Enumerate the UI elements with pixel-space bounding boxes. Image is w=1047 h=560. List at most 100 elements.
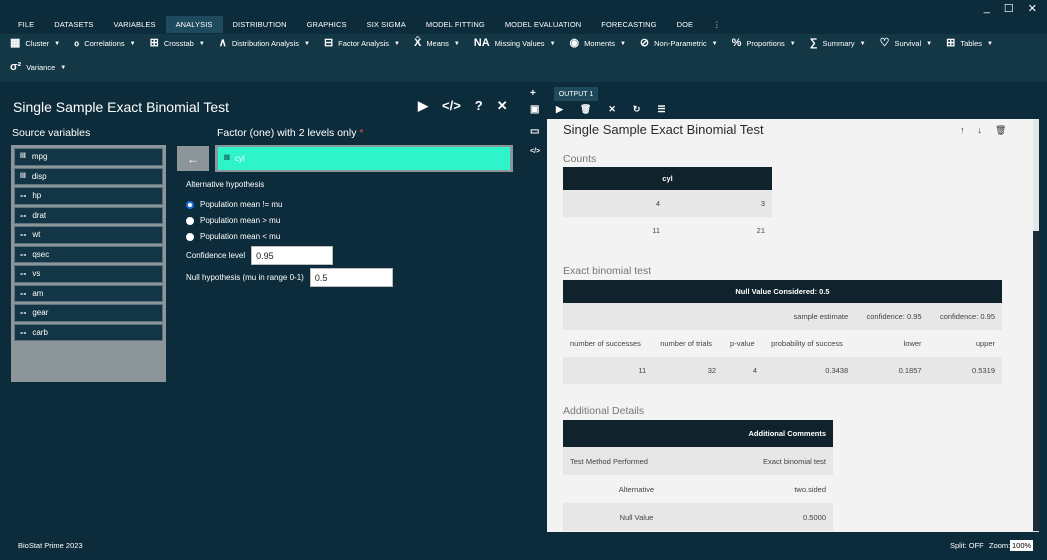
toolbar-row-2: σ² Variance ▼ <box>10 62 66 73</box>
menu-six-sigma[interactable]: SIX SIGMA <box>357 16 416 33</box>
toolbar-summary-button[interactable]: ∑ Summary ▼ <box>810 38 866 49</box>
variable-item-gear[interactable]: ₂₃ gear <box>14 304 163 322</box>
table-cell: p-value <box>730 339 755 348</box>
radio-option-2[interactable]: Population mean < mu <box>186 232 280 241</box>
toolbar-crosstab-button[interactable]: ⊞ Crosstab ▼ <box>150 38 205 49</box>
null-value-header: Null Value Considered: 0.5 <box>563 280 1002 303</box>
toolbar-survival-button[interactable]: ♡ Survival ▼ <box>880 38 933 49</box>
output-window-icon[interactable]: ▭ <box>530 126 539 137</box>
toolbar-moments-button[interactable]: ◉ Moments ▼ <box>570 38 626 49</box>
toolbar-non-parametric-button[interactable]: ⊘ Non-Parametric ▼ <box>640 38 718 49</box>
radio-label: Population mean > mu <box>200 216 281 225</box>
toolbar-cluster-button[interactable]: ▦ Cluster ▼ <box>10 38 60 49</box>
ordinal-variable-icon: ₂₃ <box>20 211 27 219</box>
ordinal-variable-icon: ₂₃ <box>20 270 27 278</box>
output-title: Single Sample Exact Binomial Test <box>563 122 764 137</box>
variable-item-mpg[interactable]: lll mpg <box>14 148 163 166</box>
factor-target-box[interactable]: lll cyl <box>215 145 513 172</box>
tab-output-1[interactable]: OUTPUT 1 <box>554 87 598 101</box>
toolbar-tables-button[interactable]: ⊞ Tables ▼ <box>946 38 993 49</box>
move-to-factor-button[interactable]: ← <box>177 146 209 171</box>
menu-file[interactable]: FILE <box>8 16 44 33</box>
move-up-icon[interactable]: ↑ <box>960 125 965 136</box>
variable-item-vs[interactable]: ₂₃ vs <box>14 265 163 283</box>
output-scrollbar[interactable] <box>1033 119 1039 532</box>
menu-model-fitting[interactable]: MODEL FITTING <box>416 16 495 33</box>
list-icon[interactable]: ☰ <box>657 104 665 115</box>
table-cell: 0.1857 <box>855 357 929 384</box>
close-icon[interactable]: ✕ <box>1028 2 1037 15</box>
radio-button[interactable] <box>186 200 194 209</box>
close-icon[interactable]: ✕ <box>608 104 616 115</box>
menu-variables[interactable]: VARIABLES <box>104 16 166 33</box>
scrollbar-thumb[interactable] <box>1033 231 1039 531</box>
close-dialog-icon[interactable]: ✕ <box>497 98 508 114</box>
toolbar-distribution-analysis-button[interactable]: ∧ Distribution Analysis ▼ <box>219 38 310 49</box>
confidence-level-input[interactable] <box>251 246 334 265</box>
chevron-down-icon: ▼ <box>549 40 556 47</box>
null-hypothesis-input[interactable] <box>309 268 393 287</box>
table-row: sample estimate confidence: 0.95 confide… <box>563 303 1002 330</box>
delete-icon[interactable]: 🗑 <box>580 104 591 115</box>
variable-item-am[interactable]: ₂₃ am <box>14 284 163 302</box>
run-icon[interactable]: ▶ <box>418 98 428 114</box>
delete-item-icon[interactable]: 🗑 <box>995 125 1006 136</box>
variable-item-disp[interactable]: lll disp <box>14 167 163 185</box>
factor-label-text: Factor (one) with 2 levels only <box>217 127 357 139</box>
chevron-down-icon: ▼ <box>60 64 67 71</box>
move-down-icon[interactable]: ↓ <box>978 125 983 136</box>
radio-option-0[interactable]: Population mean != mu <box>186 200 283 209</box>
toolbar-factor-analysis-button[interactable]: ⊟ Factor Analysis ▼ <box>324 38 400 49</box>
toolbar-correlations-button[interactable]: ℴ Correlations ▼ <box>74 38 135 49</box>
radio-label: Population mean != mu <box>200 200 283 209</box>
menu-forecasting[interactable]: FORECASTING <box>591 16 666 33</box>
table-row: Alternative two.sided <box>563 475 833 503</box>
menu-graphics[interactable]: GRAPHICS <box>297 16 357 33</box>
more-menu-icon[interactable]: ⋮ <box>703 16 731 33</box>
radio-option-1[interactable]: Population mean > mu <box>186 216 280 225</box>
help-icon[interactable]: ? <box>475 98 483 114</box>
table-cell: 0.5000 <box>709 503 833 531</box>
menu-doe[interactable]: DOE <box>667 16 704 33</box>
variable-item-carb[interactable]: ₂₃ carb <box>14 323 163 341</box>
zoom-value[interactable]: 100% <box>1010 539 1034 551</box>
chevron-down-icon: ▼ <box>303 40 310 47</box>
variable-item-hp[interactable]: ₂₃ hp <box>14 187 163 205</box>
add-output-icon[interactable]: + <box>530 88 536 99</box>
table-cell: Alternative <box>618 484 655 494</box>
toolbar-label: Variance <box>26 63 56 72</box>
menu-model-evaluation[interactable]: MODEL EVALUATION <box>495 16 591 33</box>
output-panel[interactable]: Single Sample Exact Binomial Test ↑ ↓ 🗑 … <box>547 119 1039 532</box>
zoom-label: Zoom: <box>989 540 1011 550</box>
table-cell: number of successes <box>570 339 641 348</box>
variable-name: mpg <box>31 152 48 162</box>
variable-item-drat[interactable]: ₂₃ drat <box>14 206 163 224</box>
toolbar-missing-values-button[interactable]: NA Missing Values ▼ <box>474 38 556 49</box>
toolbar-label: Non-Parametric <box>654 39 707 48</box>
menu-distribution[interactable]: DISTRIBUTION <box>223 16 297 33</box>
factor-selected-item[interactable]: lll cyl <box>218 147 510 170</box>
toolbar-means-button[interactable]: X̄ Means ▼ <box>414 38 460 49</box>
code-icon[interactable]: </> <box>442 98 461 114</box>
table-cell: number of trials <box>660 339 712 348</box>
source-variables-list[interactable]: lll mpg lll disp ₂₃ hp ₂₃ drat ₂₃ wt ₂₃ qsec ₂₃ vs ₂₃ a… <box>11 145 166 382</box>
code-view-icon[interactable]: </> <box>530 148 540 155</box>
radio-button[interactable] <box>186 232 194 241</box>
table-cell: Test Method Performed <box>563 447 710 475</box>
refresh-icon[interactable]: ↻ <box>633 104 641 115</box>
save-icon[interactable]: ▶ <box>556 104 563 115</box>
toolbar-proportions-button[interactable]: % Proportions ▼ <box>732 38 796 49</box>
menu-datasets[interactable]: DATASETS <box>44 16 103 33</box>
survival-icon: ♡ <box>879 37 890 49</box>
variable-item-wt[interactable]: ₂₃ wt <box>14 226 163 244</box>
table-cell: Exact binomial test <box>709 447 833 475</box>
correlations-icon: ℴ <box>74 37 80 49</box>
split-status[interactable]: Split: OFF <box>950 541 984 550</box>
radio-button[interactable] <box>186 216 194 225</box>
variable-item-qsec[interactable]: ₂₃ qsec <box>14 245 163 263</box>
menu-analysis[interactable]: ANALYSIS <box>165 16 223 33</box>
toolbar-variance-button[interactable]: σ² Variance ▼ <box>10 62 66 73</box>
output-list-icon[interactable]: ▣ <box>530 104 539 115</box>
maximize-icon[interactable]: ☐ <box>1004 2 1014 15</box>
minimize-icon[interactable]: _ <box>984 2 990 15</box>
